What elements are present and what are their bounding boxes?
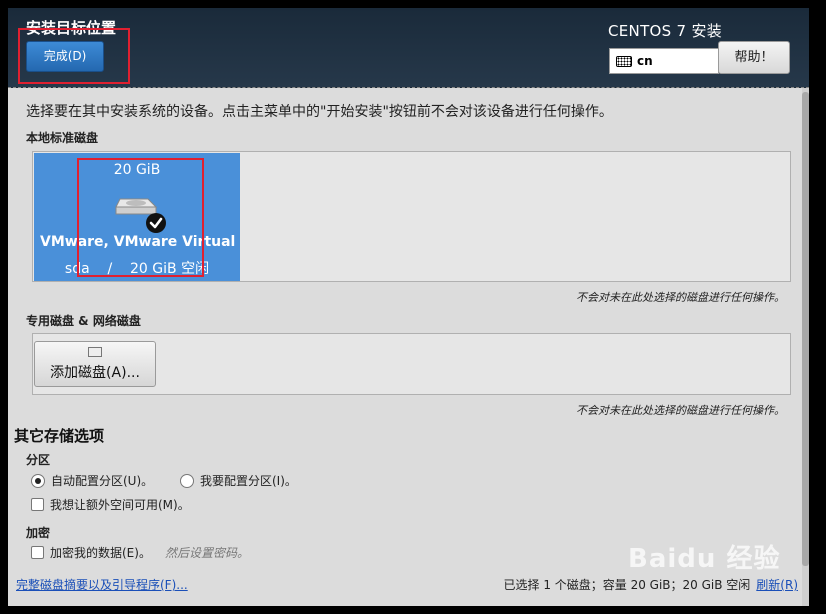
other-storage-title: 其它存储选项: [14, 427, 105, 445]
done-button[interactable]: 完成(D): [26, 41, 104, 72]
local-disks-note: 不会对未在此处选择的磁盘进行任何操作。: [576, 291, 785, 304]
auto-partition-label: 自动配置分区(U)。: [51, 474, 154, 488]
special-disks-note: 不会对未在此处选择的磁盘进行任何操作。: [576, 404, 785, 417]
page-description: 选择要在其中安装系统的设备。点击主菜单中的"开始安装"按钮前不会对该设备进行任何…: [26, 104, 613, 120]
add-disk-button[interactable]: 添加磁盘(A)...: [34, 341, 156, 387]
disk-device-free: sda / 20 GiB 空闲: [64, 261, 210, 277]
disk-free-space: 20 GiB 空闲: [130, 261, 210, 277]
disk-summary-link[interactable]: 完整磁盘摘要以及引导程序(F)...: [16, 576, 188, 593]
keyboard-layout-label: cn: [637, 54, 653, 68]
baidu-watermark: Baidu 经验: [628, 544, 781, 574]
disk-size: 20 GiB: [113, 162, 161, 178]
partitioning-label: 分区: [26, 453, 51, 467]
network-disk-icon: [88, 347, 102, 357]
scrollbar-thumb[interactable]: [802, 92, 809, 566]
special-disks-panel: 添加磁盘(A)...: [32, 333, 791, 395]
product-title: CENTOS 7 安装: [608, 22, 723, 40]
disk-device: sda: [64, 261, 90, 277]
add-disk-label: 添加磁盘(A)...: [50, 365, 140, 381]
local-disks-panel: 20 GiB VMware, VMware Virtual S sda / 20…: [32, 151, 791, 282]
encrypt-label: 加密我的数据(E)。: [50, 546, 151, 560]
hard-disk-icon: [115, 198, 158, 215]
keyboard-layout-indicator[interactable]: cn: [609, 48, 719, 74]
footer-status: 已选择 1 个磁盘；容量 20 GiB；20 GiB 空闲 刷新(R): [504, 576, 799, 593]
header-bar: 安装目标位置 完成(D) CENTOS 7 安装 cn 帮助！: [8, 8, 809, 88]
vertical-scrollbar[interactable]: [802, 88, 809, 606]
installer-window: 安装目标位置 完成(D) CENTOS 7 安装 cn 帮助！ 选择要在其中安装…: [8, 8, 809, 606]
local-disks-label: 本地标准磁盘: [26, 131, 99, 145]
encrypt-hint: 然后设置密码。: [164, 546, 249, 560]
selection-status: 已选择 1 个磁盘；容量 20 GiB；20 GiB 空闲: [503, 578, 751, 592]
encrypt-check-box[interactable]: [31, 546, 44, 559]
disk-card-sda[interactable]: 20 GiB VMware, VMware Virtual S sda / 20…: [34, 153, 240, 281]
auto-partition-radio[interactable]: 自动配置分区(U)。: [31, 472, 153, 489]
help-button[interactable]: 帮助！: [718, 41, 790, 74]
manual-partition-radio-dot[interactable]: [180, 473, 194, 488]
extra-space-label: 我想让额外空间可用(M)。: [50, 498, 190, 512]
encrypt-checkbox[interactable]: 加密我的数据(E)。 然后设置密码。: [31, 544, 249, 561]
disk-name: VMware, VMware Virtual S: [40, 234, 240, 250]
manual-partition-label: 我要配置分区(I)。: [200, 474, 297, 488]
extra-space-checkbox[interactable]: 我想让额外空间可用(M)。: [31, 496, 190, 513]
selected-check-icon: [146, 213, 166, 233]
keyboard-icon: [616, 55, 632, 67]
extra-space-check-box[interactable]: [31, 498, 44, 511]
encryption-label: 加密: [26, 526, 51, 540]
refresh-link[interactable]: 刷新(R): [756, 578, 798, 592]
auto-partition-radio-dot[interactable]: [31, 473, 45, 488]
manual-partition-radio[interactable]: 我要配置分区(I)。: [180, 472, 297, 489]
special-disks-label: 专用磁盘 & 网络磁盘: [26, 314, 141, 328]
page-title: 安装目标位置: [26, 19, 117, 37]
